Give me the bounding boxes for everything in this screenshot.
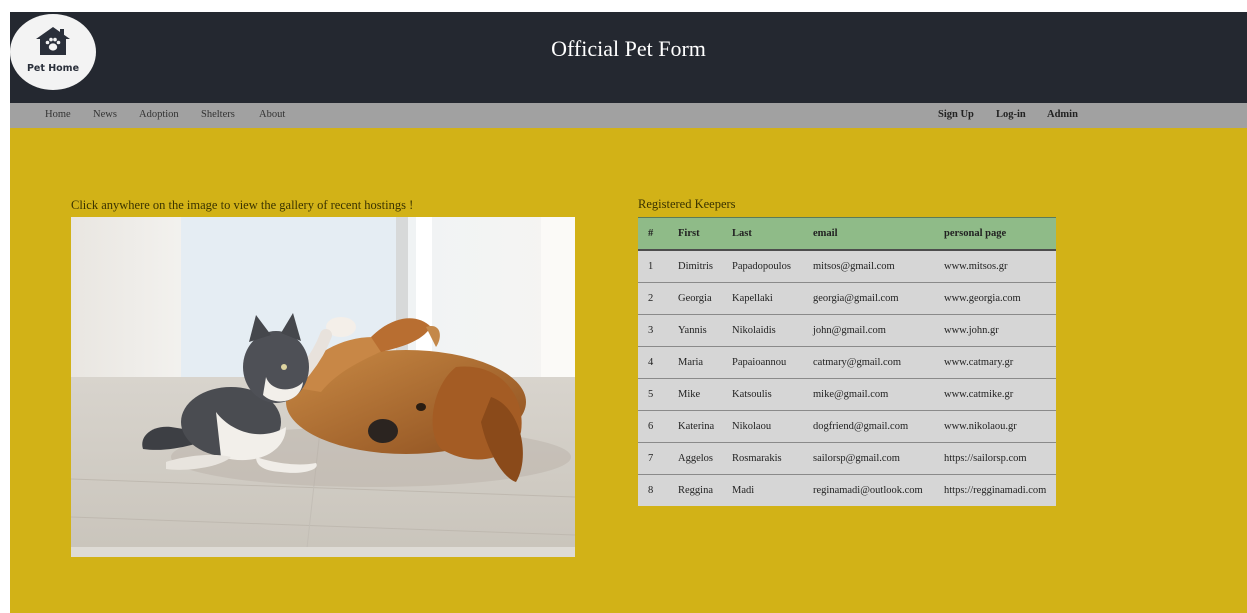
cell-number: 8 <box>638 474 668 506</box>
table-row: 6 Katerina Nikolaou dogfriend@gmail.com … <box>638 410 1056 443</box>
nav-admin[interactable]: Admin <box>1047 109 1078 120</box>
cat-and-dog-photo <box>71 217 575 557</box>
cell-first: Dimitris <box>668 249 722 283</box>
table-row: 4 Maria Papaioannou catmary@gmail.com ww… <box>638 346 1056 379</box>
table-row: 1 Dimitris Papadopoulos mitsos@gmail.com… <box>638 249 1056 283</box>
cell-email: sailorsp@gmail.com <box>803 442 934 475</box>
cell-first: Reggina <box>668 474 722 506</box>
cell-personal-page: www.catmike.gr <box>934 378 1056 411</box>
nav-bar: Home News Adoption Shelters About Sign U… <box>10 103 1247 128</box>
cell-email: catmary@gmail.com <box>803 346 934 379</box>
cell-personal-page: https://sailorsp.com <box>934 442 1056 475</box>
cell-email: mitsos@gmail.com <box>803 249 934 283</box>
nav-news[interactable]: News <box>93 109 117 120</box>
keepers-table: # First Last email personal page 1 Dimit… <box>638 217 1056 506</box>
table-row: 8 Reggina Madi reginamadi@outlook.com ht… <box>638 474 1056 506</box>
cell-personal-page: www.nikolaou.gr <box>934 410 1056 443</box>
cell-personal-page: https://regginamadi.com <box>934 474 1056 506</box>
column-header: email <box>803 217 934 251</box>
cell-first: Yannis <box>668 314 722 347</box>
cell-last: Nikolaou <box>722 410 803 443</box>
cell-first: Mike <box>668 378 722 411</box>
column-header: First <box>668 217 722 251</box>
nav-home[interactable]: Home <box>45 109 71 120</box>
table-row: 7 Aggelos Rosmarakis sailorsp@gmail.com … <box>638 442 1056 475</box>
cell-personal-page: www.mitsos.gr <box>934 249 1056 283</box>
site-header: Pet Home Official Pet Form <box>10 12 1247 103</box>
cell-email: mike@gmail.com <box>803 378 934 411</box>
nav-about[interactable]: About <box>259 109 285 120</box>
table-row: 2 Georgia Kapellaki georgia@gmail.com ww… <box>638 282 1056 315</box>
table-row: 5 Mike Katsoulis mike@gmail.com www.catm… <box>638 378 1056 411</box>
main-content: Click anywhere on the image to view the … <box>10 128 1247 613</box>
cell-number: 1 <box>638 249 668 283</box>
cell-personal-page: www.john.gr <box>934 314 1056 347</box>
page-title: Official Pet Form <box>551 36 706 61</box>
column-header: # <box>638 217 668 251</box>
cell-last: Madi <box>722 474 803 506</box>
table-row: 3 Yannis Nikolaidis john@gmail.com www.j… <box>638 314 1056 347</box>
cell-personal-page: www.catmary.gr <box>934 346 1056 379</box>
cell-last: Nikolaidis <box>722 314 803 347</box>
cell-last: Papadopoulos <box>722 249 803 283</box>
cell-first: Aggelos <box>668 442 722 475</box>
cell-first: Maria <box>668 346 722 379</box>
keepers-title: Registered Keepers <box>638 197 736 211</box>
nav-sign-up[interactable]: Sign Up <box>938 109 974 120</box>
column-header: personal page <box>934 217 1056 251</box>
cell-personal-page: www.georgia.com <box>934 282 1056 315</box>
cell-number: 7 <box>638 442 668 475</box>
cell-last: Papaioannou <box>722 346 803 379</box>
nav-shelters[interactable]: Shelters <box>201 109 235 120</box>
cell-number: 6 <box>638 410 668 443</box>
nav-adoption[interactable]: Adoption <box>139 109 179 120</box>
cell-last: Rosmarakis <box>722 442 803 475</box>
cell-email: reginamadi@outlook.com <box>803 474 934 506</box>
cell-number: 3 <box>638 314 668 347</box>
cell-email: georgia@gmail.com <box>803 282 934 315</box>
gallery-image[interactable] <box>71 217 575 557</box>
logo-text: Pet Home <box>26 63 80 74</box>
column-header: Last <box>722 217 803 251</box>
gallery-caption: Click anywhere on the image to view the … <box>71 198 414 212</box>
nav-log-in[interactable]: Log-in <box>996 109 1026 120</box>
cell-email: dogfriend@gmail.com <box>803 410 934 443</box>
table-header-row: # First Last email personal page <box>638 217 1056 251</box>
cell-first: Georgia <box>668 282 722 315</box>
cell-first: Katerina <box>668 410 722 443</box>
cell-last: Kapellaki <box>722 282 803 315</box>
cell-number: 4 <box>638 346 668 379</box>
cell-number: 5 <box>638 378 668 411</box>
cell-last: Katsoulis <box>722 378 803 411</box>
cell-email: john@gmail.com <box>803 314 934 347</box>
cell-number: 2 <box>638 282 668 315</box>
